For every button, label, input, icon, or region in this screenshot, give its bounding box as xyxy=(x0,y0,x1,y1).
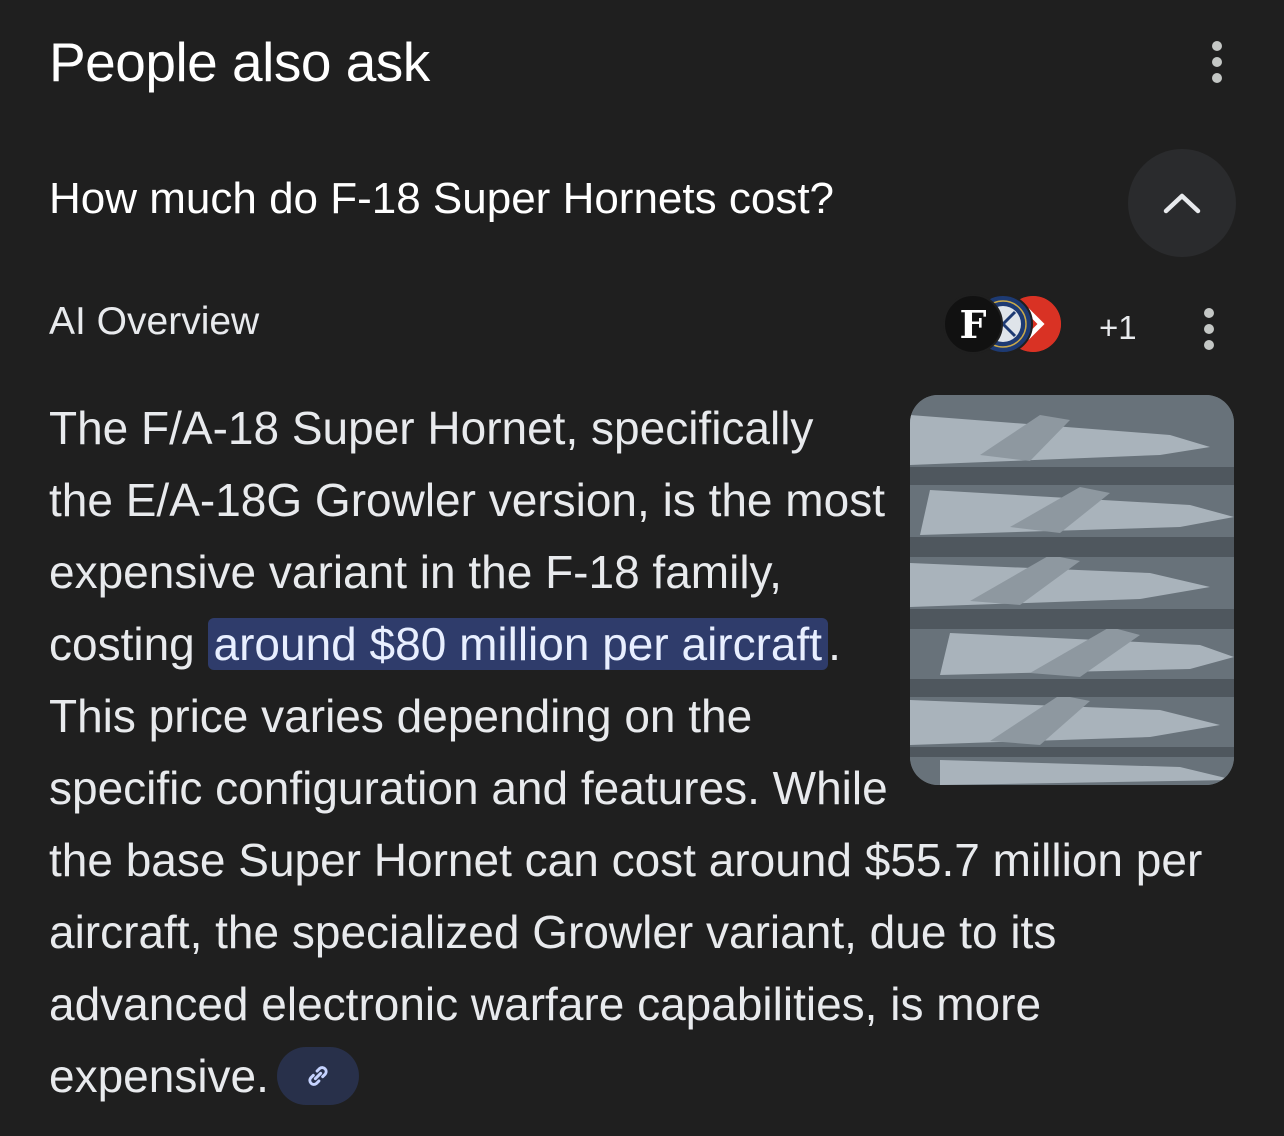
more-options-icon[interactable] xyxy=(1209,41,1225,83)
collapse-button[interactable] xyxy=(1128,149,1236,257)
answer-text: The F/A-18 Super Hornet, specifically th… xyxy=(49,392,1234,1112)
highlighted-answer: around $80 million per aircraft xyxy=(207,618,829,670)
link-icon xyxy=(308,1066,328,1086)
more-sources-count[interactable]: +1 xyxy=(1099,309,1137,347)
question-text[interactable]: How much do F-18 Super Hornets cost? xyxy=(49,174,834,224)
ai-overview-label: AI Overview xyxy=(49,300,260,343)
source-link-button[interactable] xyxy=(276,1046,359,1105)
sources-button[interactable]: F xyxy=(943,294,1093,358)
chevron-up-icon xyxy=(1163,193,1201,214)
source-f-icon: F xyxy=(943,294,1003,354)
ai-overview-options-icon[interactable] xyxy=(1201,308,1217,350)
jets-image[interactable] xyxy=(910,395,1234,785)
section-title: People also ask xyxy=(49,31,430,93)
